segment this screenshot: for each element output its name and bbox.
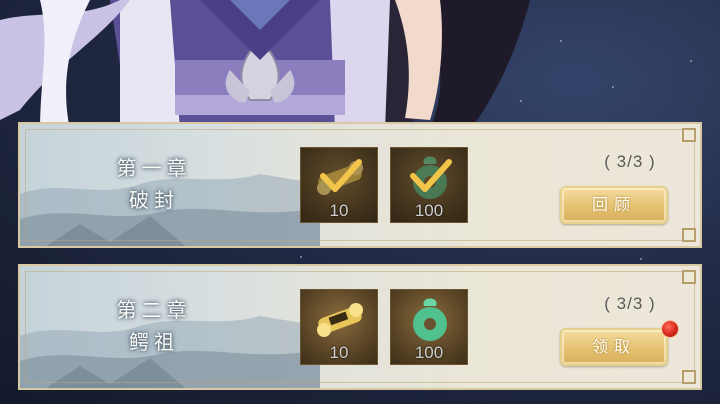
reward-count: 10 [329,343,349,362]
chapter-name: 鳄祖 [129,330,179,354]
chapter-progress: ( 3/3 ) [604,294,656,313]
notification-dot [661,320,679,338]
corner-ornament [682,270,696,284]
star [300,256,302,258]
corner-ornament [682,128,696,142]
reward-count: 100 [414,343,444,362]
jade-pendant-icon [413,298,447,341]
chapter-card-1: 第一章 破封 10 100 ( 3/3 ) 回顾 [18,122,702,248]
reward-count: 100 [414,201,444,220]
golden-scroll-icon [317,303,363,337]
reward-slot-jade[interactable]: 100 [390,147,468,223]
corner-ornament [682,228,696,242]
reward-slot-scroll[interactable]: 10 [300,147,378,223]
star [640,258,642,260]
claimed-check-icon [320,159,362,192]
reward-slot-scroll[interactable]: 10 [300,289,378,365]
reward-slot-jade[interactable]: 100 [390,289,468,365]
chapter-number: 第一章 [116,156,192,180]
chapter-title: 第二章 鳄祖 [94,294,214,358]
review-button[interactable]: 回顾 [560,186,668,224]
claim-button[interactable]: 领取 [560,328,668,366]
reward-count: 10 [329,201,349,220]
character-illustration [0,0,530,130]
chapter-title: 第一章 破封 [94,152,214,216]
claimed-check-icon [410,159,452,192]
chapter-card-2: 第二章 鳄祖 10 100 ( 3/3 ) 领取 [18,264,702,390]
chapter-number: 第二章 [116,298,192,322]
chapter-name: 破封 [129,188,179,212]
chapter-progress: ( 3/3 ) [604,152,656,171]
corner-ornament [682,370,696,384]
